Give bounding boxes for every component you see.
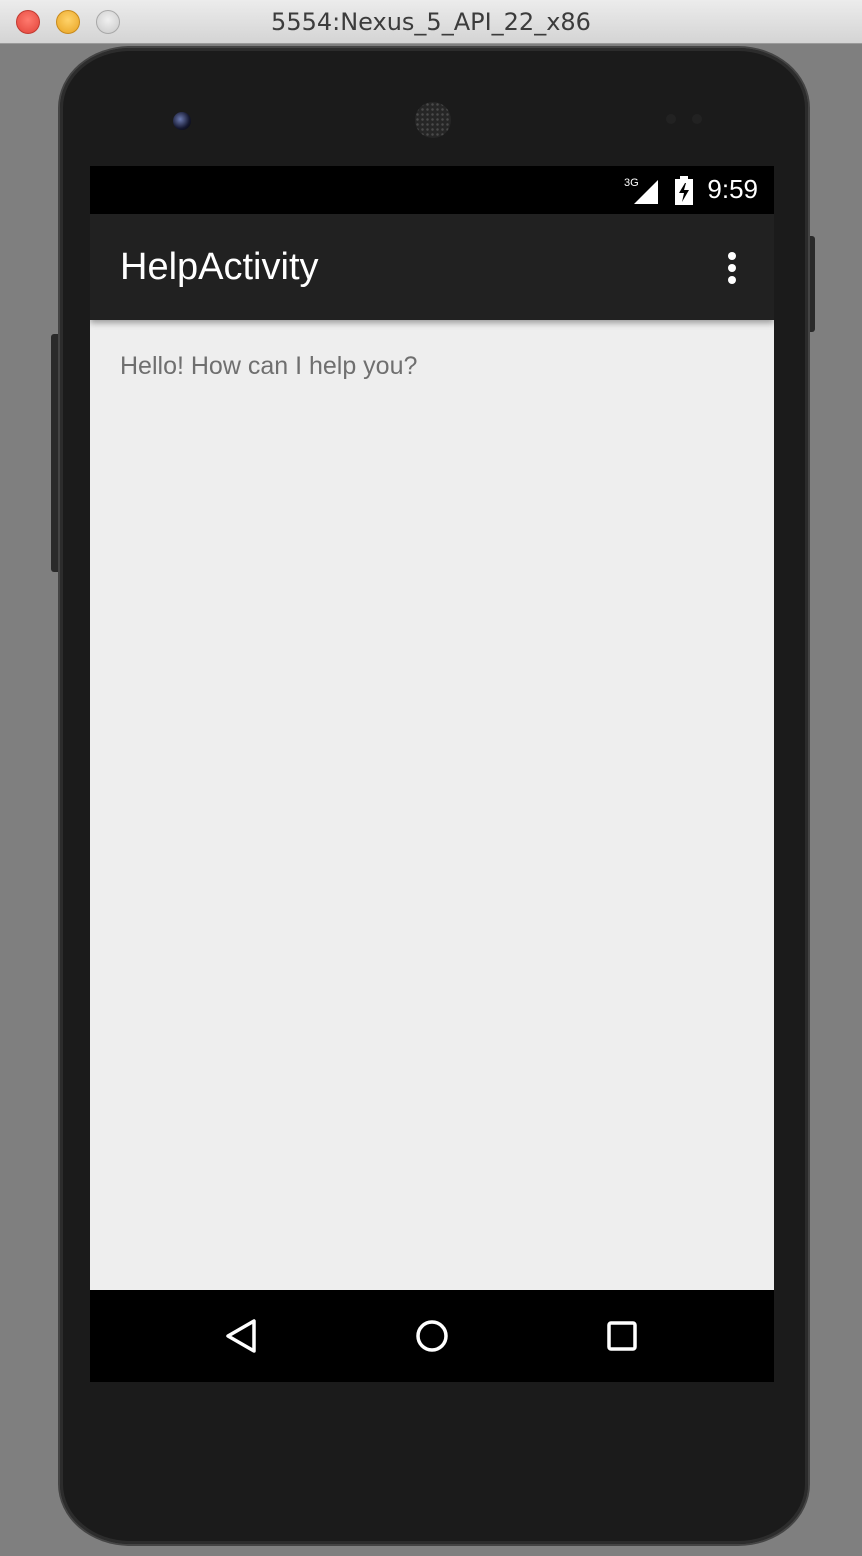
light-sensor-icon [692,114,702,124]
status-bar: 3G 9:59 [90,166,774,214]
recents-icon[interactable] [594,1308,650,1364]
proximity-sensor-icon [666,114,676,124]
app-toolbar: HelpActivity [90,214,774,320]
emulator-window-titlebar: 5554:Nexus_5_API_22_x86 [0,0,862,44]
app-title: HelpActivity [120,246,319,288]
front-camera-icon [173,112,191,130]
signal-3g-icon: 3G [624,177,658,204]
window-title: 5554:Nexus_5_API_22_x86 [271,8,591,36]
overflow-dot [728,276,736,284]
back-icon[interactable] [214,1308,270,1364]
earpiece-speaker-icon [415,102,451,138]
overflow-dot [728,252,736,260]
help-message: Hello! How can I help you? [120,352,418,380]
overflow-menu-icon[interactable] [710,244,754,292]
status-time: 9:59 [707,174,758,204]
overflow-dot [728,264,736,272]
home-icon[interactable] [404,1308,460,1364]
network-type-label: 3G [624,177,639,189]
power-button[interactable] [807,236,815,332]
navigation-bar [90,1290,774,1382]
battery-charging-icon [675,176,693,205]
device-screen: 3G 9:59 HelpActivity Hello! How can I he… [90,166,774,1382]
